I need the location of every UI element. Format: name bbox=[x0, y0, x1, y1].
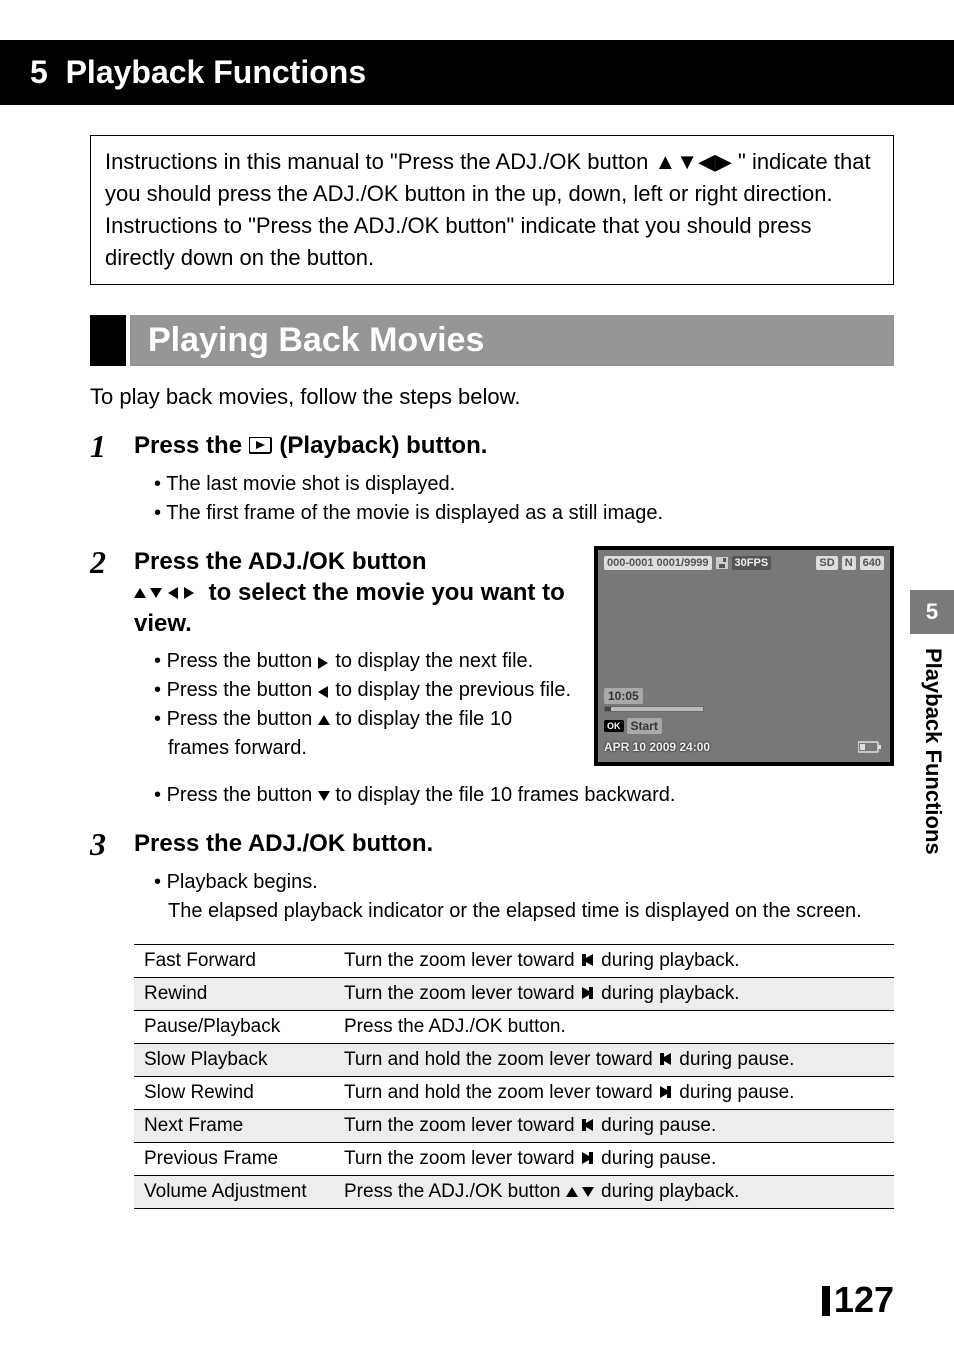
control-desc: Turn the zoom lever toward during pause. bbox=[334, 1143, 894, 1176]
table-row: Next FrameTurn the zoom lever toward dur… bbox=[134, 1110, 894, 1143]
step-1-title: Press the (Playback) button. bbox=[134, 430, 487, 461]
page-number-value: 127 bbox=[834, 1279, 894, 1320]
table-row: Volume AdjustmentPress the ADJ./OK butto… bbox=[134, 1176, 894, 1209]
bullet-text: to display the file 10 frames backward. bbox=[330, 784, 676, 806]
step-2-bullets: Press the button to display the next fil… bbox=[154, 647, 574, 763]
control-label: Previous Frame bbox=[134, 1143, 334, 1176]
step-3-title: Press the ADJ./OK button. bbox=[134, 828, 433, 859]
table-row: Slow RewindTurn and hold the zoom lever … bbox=[134, 1077, 894, 1110]
up-down-arrows-icon bbox=[566, 1185, 596, 1199]
table-row: Pause/PlaybackPress the ADJ./OK button. bbox=[134, 1011, 894, 1044]
list-item: Press the button to display the file 10 … bbox=[154, 705, 574, 763]
list-item: The first frame of the movie is displaye… bbox=[154, 499, 894, 528]
table-row: Fast ForwardTurn the zoom lever toward d… bbox=[134, 945, 894, 978]
table-row: Previous FrameTurn the zoom lever toward… bbox=[134, 1143, 894, 1176]
arrow-down-icon bbox=[318, 791, 330, 803]
list-item: Press the button to display the previous… bbox=[154, 676, 574, 705]
step-3-note: The elapsed playback indicator or the el… bbox=[168, 897, 862, 926]
arrow-right-icon bbox=[318, 657, 330, 669]
instruction-box: Instructions in this manual to "Press th… bbox=[90, 135, 894, 285]
bullet-text: Press the button bbox=[167, 784, 318, 806]
wide-icon bbox=[580, 985, 596, 1001]
four-arrows-icon bbox=[134, 582, 202, 604]
tele-icon bbox=[580, 952, 596, 968]
step-2-number: 2 bbox=[90, 546, 134, 578]
controls-table: Fast ForwardTurn the zoom lever toward d… bbox=[134, 944, 894, 1209]
page-number-bar bbox=[822, 1286, 830, 1316]
list-item: The last movie shot is displayed. bbox=[154, 470, 894, 499]
section-heading: Playing Back Movies bbox=[90, 315, 894, 366]
control-desc: Turn and hold the zoom lever toward duri… bbox=[334, 1044, 894, 1077]
list-item: Press the button to display the next fil… bbox=[154, 647, 574, 676]
lcd-file-counter: 000-0001 0001/9999 bbox=[604, 556, 712, 570]
control-label: Volume Adjustment bbox=[134, 1176, 334, 1209]
control-desc: Press the ADJ./OK button. bbox=[334, 1011, 894, 1044]
tele-icon bbox=[580, 1117, 596, 1133]
control-desc: Turn and hold the zoom lever toward duri… bbox=[334, 1077, 894, 1110]
lcd-sd-badge: SD bbox=[816, 556, 837, 570]
list-item: Playback begins. The elapsed playback in… bbox=[154, 868, 894, 926]
step-2-title: Press the ADJ./OK button to select the m… bbox=[134, 546, 574, 640]
control-desc: Turn the zoom lever toward during playba… bbox=[334, 945, 894, 978]
control-label: Slow Playback bbox=[134, 1044, 334, 1077]
lcd-fps: 30FPS bbox=[732, 556, 772, 570]
control-desc: Press the ADJ./OK button during playback… bbox=[334, 1176, 894, 1209]
list-item: Press the button to display the file 10 … bbox=[154, 781, 894, 810]
step-1: 1 Press the (Playback) button. bbox=[90, 430, 894, 462]
step-1-title-pre: Press the bbox=[134, 432, 249, 459]
playback-icon bbox=[249, 437, 273, 455]
lcd-date: APR 10 2009 24:00 bbox=[604, 740, 710, 754]
intro-line: To play back movies, follow the steps be… bbox=[90, 384, 894, 410]
control-label: Rewind bbox=[134, 978, 334, 1011]
instruction-text: Instructions in this manual to "Press th… bbox=[105, 149, 871, 270]
table-row: Slow PlaybackTurn and hold the zoom leve… bbox=[134, 1044, 894, 1077]
control-label: Pause/Playback bbox=[134, 1011, 334, 1044]
table-row: RewindTurn the zoom lever toward during … bbox=[134, 978, 894, 1011]
section-heading-title: Playing Back Movies bbox=[130, 315, 894, 366]
arrow-up-icon bbox=[318, 715, 330, 727]
side-tab: 5 Playback Functions bbox=[910, 590, 954, 970]
bullet-text: to display the next file. bbox=[330, 650, 533, 672]
arrow-left-icon bbox=[318, 686, 330, 698]
step-1-title-post: (Playback) button. bbox=[273, 432, 488, 459]
control-label: Fast Forward bbox=[134, 945, 334, 978]
bullet-text: Press the button bbox=[167, 650, 318, 672]
step-2-bullets-cont: Press the button to display the file 10 … bbox=[154, 781, 894, 810]
step-3-bullets: Playback begins. The elapsed playback in… bbox=[154, 868, 894, 926]
lcd-size-badge: 640 bbox=[860, 556, 884, 570]
tele-icon bbox=[658, 1051, 674, 1067]
lcd-screenshot: 000-0001 0001/9999 30FPS SD N 640 10:05 … bbox=[594, 546, 894, 766]
step-1-number: 1 bbox=[90, 430, 134, 462]
wide-icon bbox=[580, 1150, 596, 1166]
control-desc: Turn the zoom lever toward during playba… bbox=[334, 978, 894, 1011]
lcd-start-prompt: OK Start bbox=[604, 718, 662, 734]
lcd-quality-badge: N bbox=[842, 556, 856, 570]
step-2: 2 Press the ADJ./OK button to select the… bbox=[90, 546, 574, 640]
lcd-start-label: Start bbox=[627, 718, 662, 734]
step-3-number: 3 bbox=[90, 828, 134, 860]
step-2-title-line1: Press the ADJ./OK button bbox=[134, 548, 426, 575]
chapter-title: Playback Functions bbox=[66, 54, 367, 90]
step-1-bullets: The last movie shot is displayed. The fi… bbox=[154, 470, 894, 528]
floppy-icon bbox=[716, 557, 728, 569]
section-heading-marker bbox=[90, 315, 126, 366]
chapter-number: 5 bbox=[30, 54, 48, 90]
control-desc: Turn the zoom lever toward during pause. bbox=[334, 1110, 894, 1143]
control-label: Next Frame bbox=[134, 1110, 334, 1143]
side-tab-number: 5 bbox=[910, 590, 954, 634]
step-3: 3 Press the ADJ./OK button. bbox=[90, 828, 894, 860]
bullet-text: to display the previous file. bbox=[330, 679, 571, 701]
bullet-text: Press the button bbox=[167, 679, 318, 701]
chapter-header: 5 Playback Functions bbox=[0, 40, 954, 105]
side-tab-label: Playback Functions bbox=[910, 634, 946, 855]
wide-icon bbox=[658, 1084, 674, 1100]
bullet-text: Press the button bbox=[167, 708, 318, 730]
lcd-elapsed-time: 10:05 bbox=[604, 688, 643, 704]
battery-icon bbox=[858, 740, 882, 754]
page-number: 127 bbox=[822, 1279, 894, 1321]
lcd-ok-badge: OK bbox=[604, 720, 624, 732]
lcd-progress-bar bbox=[604, 706, 704, 712]
bullet-text: Playback begins. bbox=[167, 871, 318, 893]
control-label: Slow Rewind bbox=[134, 1077, 334, 1110]
